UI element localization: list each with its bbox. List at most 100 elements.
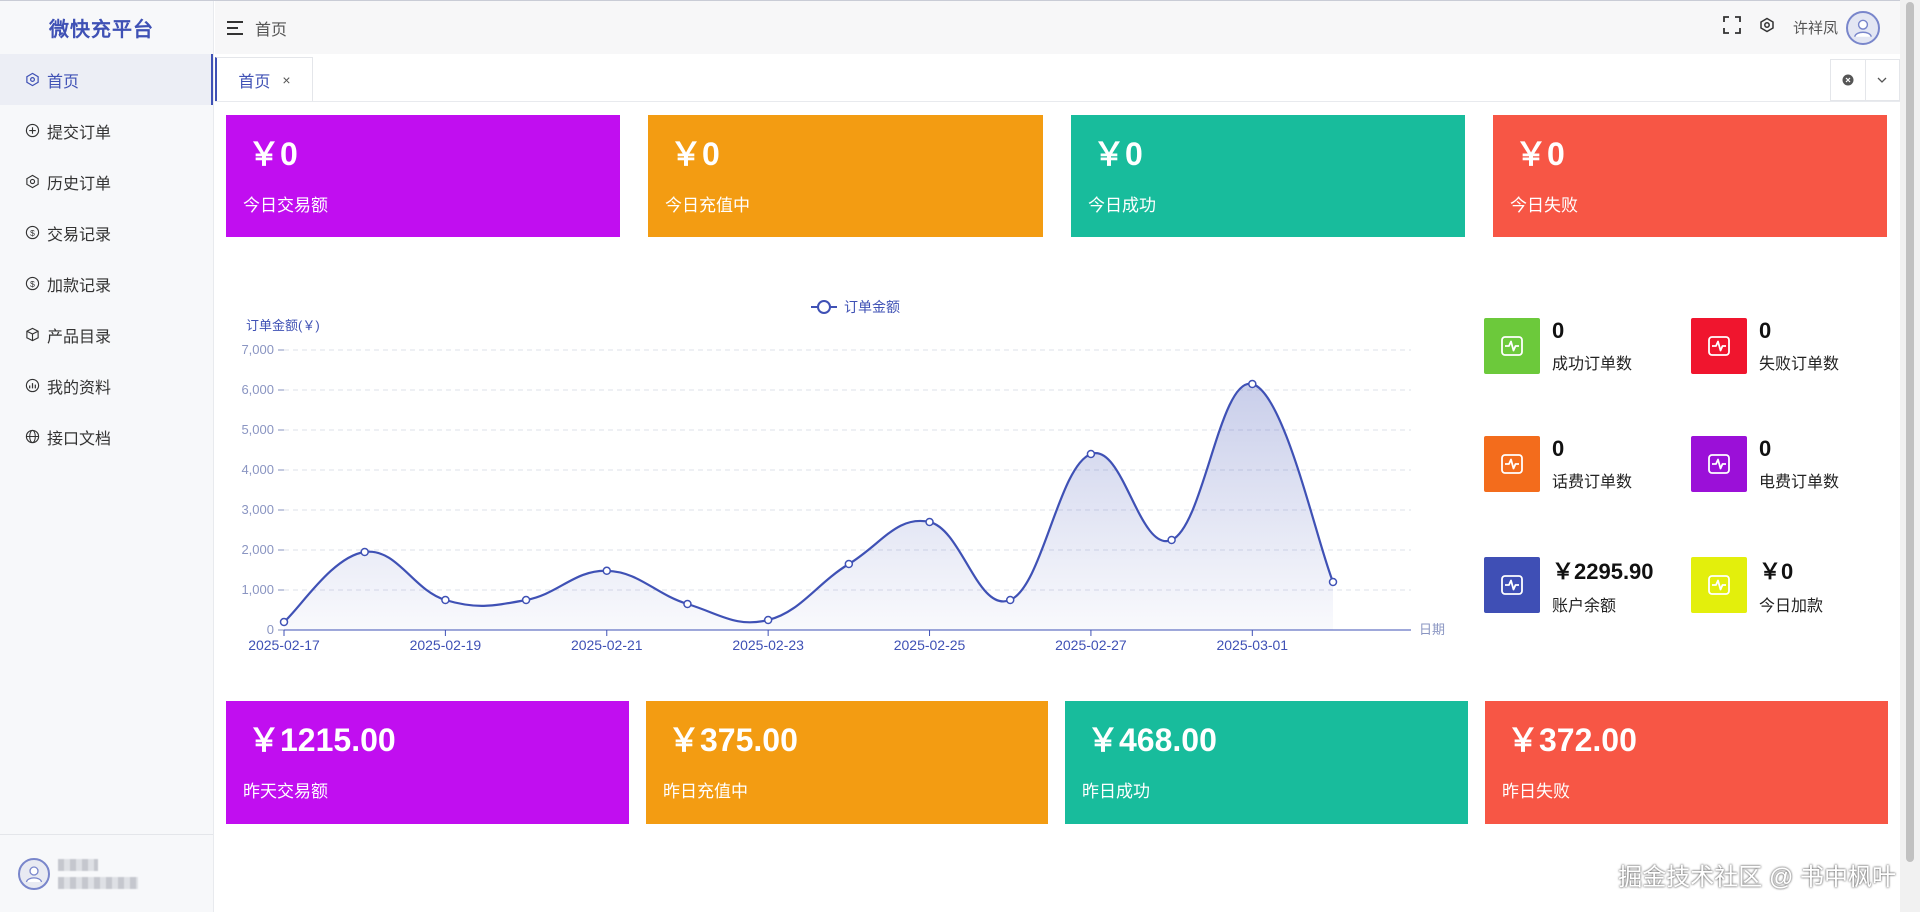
mini-stat-phone-orders: 0 话费订单数 [1484,436,1632,492]
card-label: 昨天交易额 [243,782,328,801]
chart-icon [24,378,40,394]
brand-title: 微快充平台 [49,19,154,41]
y-axis-label: 订单金额(￥) [246,318,320,333]
sidebar-item-label: 提交订单 [47,124,112,142]
sidebar-item-submit-order[interactable]: 提交订单 [0,105,213,156]
sidebar-item-label: 接口文档 [47,430,112,448]
sidebar-item-home[interactable]: 首页 [0,54,213,105]
close-circle-icon [1842,74,1854,86]
sidebar-item-label: 我的资料 [47,379,112,397]
mini-stat-label: 失败订单数 [1759,356,1840,373]
cube-icon [24,327,40,343]
sidebar-item-label: 加款记录 [47,277,112,295]
sidebar-item-label: 首页 [47,73,80,91]
gear-icon [24,174,40,190]
mini-stat-success-orders: 0 成功订单数 [1484,318,1632,374]
sidebar-item-label: 产品目录 [47,328,112,346]
sidebar-user[interactable] [0,834,213,912]
user-icon [25,865,43,882]
data-point [925,517,934,527]
card-label: 昨日充值中 [663,782,748,801]
data-point [279,617,289,627]
sidebar-item-history-orders[interactable]: 历史订单 [0,156,213,207]
today-card-failed: ￥0 今日失败 [1493,115,1887,237]
scrollbar-thumb[interactable] [1906,2,1914,862]
pulse-icon [1691,557,1747,613]
username[interactable]: 许祥凤 [1793,17,1838,38]
sidebar-item-label: 交易记录 [47,226,112,244]
card-amount: ￥0 [248,136,298,172]
tab-bar: 首页 × [215,55,1900,102]
avatar[interactable] [1846,10,1880,45]
avatar [18,857,50,890]
today-card-trade: ￥0 今日交易额 [226,115,620,237]
x-tick-label: 2025-02-17 [248,637,320,653]
order-amount-chart: 0 1,000 2,000 3,000 4,000 5,000 6,000 7,000 2025… [236,290,1466,660]
fullscreen-icon[interactable] [1723,16,1741,39]
sidebar-item-label: 历史订单 [47,175,112,193]
sidebar-item-transactions[interactable]: $ 交易记录 [0,207,213,258]
tab-home[interactable]: 首页 × [215,57,313,101]
mini-stat-value: 0 [1759,436,1772,461]
mini-stat-label: 电费订单数 [1759,474,1840,491]
yesterday-card-success: ￥468.00 昨日成功 [1065,701,1468,824]
user-icon [1854,19,1872,37]
y-tick-label: 4,000 [241,462,274,477]
close-icon[interactable]: × [282,72,290,88]
tab-menu-button[interactable] [1866,60,1900,100]
menu-toggle-icon[interactable] [227,20,243,35]
y-tick-label: 1,000 [241,582,274,597]
yesterday-card-failed: ￥372.00 昨日失败 [1485,701,1888,824]
x-tick-label: 2025-02-25 [894,637,966,653]
y-tick-label: 7,000 [241,342,274,357]
sidebar-item-api-docs[interactable]: 接口文档 [0,411,213,462]
legend-label: 订单金额 [844,299,900,315]
y-tick-label: 0 [267,622,274,637]
x-axis-label: 日期 [1419,622,1445,637]
data-point [1248,379,1257,389]
x-tick-label: 2025-02-21 [571,637,643,653]
mini-stat-label: 账户余额 [1552,598,1617,615]
data-point [602,566,612,576]
legend-marker [817,300,831,314]
gear-icon[interactable] [1759,17,1775,38]
mini-stat-balance: ￥2295.90 账户余额 [1484,554,1654,616]
vertical-scrollbar[interactable] [1900,0,1920,912]
yesterday-card-pending: ￥375.00 昨日充值中 [646,701,1048,824]
header: 首页 许祥凤 [215,1,1920,54]
mini-stat-label: 成功订单数 [1552,356,1633,373]
data-point [844,559,854,569]
card-amount: ￥0 [1093,136,1143,172]
card-amount: ￥0 [1515,136,1565,172]
home-icon [24,72,40,88]
pulse-icon [1484,318,1540,374]
sidebar-item-products[interactable]: 产品目录 [0,309,213,360]
chevron-down-icon [1877,77,1887,83]
sidebar-item-profile[interactable]: 我的资料 [0,360,213,411]
mini-stat-today-recharge: ￥0 今日加款 [1691,554,1823,616]
y-tick-label: 5,000 [241,422,274,437]
mini-stat-electric-orders: 0 电费订单数 [1691,436,1839,492]
data-point [1167,535,1176,545]
tab-label: 首页 [238,73,271,91]
close-all-tabs-button[interactable] [1831,60,1866,100]
card-amount: ￥1215.00 [248,722,396,758]
data-point [521,595,531,605]
plus-circle-icon [24,123,40,139]
mini-stat-label: 话费订单数 [1552,474,1633,491]
pulse-icon [1484,436,1540,492]
card-label: 今日充值中 [665,196,750,215]
x-tick-label: 2025-02-23 [732,637,804,653]
today-card-pending: ￥0 今日充值中 [648,115,1043,237]
yesterday-card-trade: ￥1215.00 昨天交易额 [226,701,629,824]
breadcrumb: 首页 [255,21,288,39]
today-card-success: ￥0 今日成功 [1071,115,1465,237]
card-label: 昨日成功 [1082,782,1150,801]
sidebar-item-recharge-records[interactable]: $ 加款记录 [0,258,213,309]
dollar-circle-icon: $ [24,276,40,292]
mini-stat-label: 今日加款 [1759,598,1824,615]
card-label: 昨日失败 [1502,782,1570,801]
header-actions: 许祥凤 [1723,1,1880,54]
x-tick-label: 2025-02-19 [410,637,482,653]
data-point [360,547,369,557]
